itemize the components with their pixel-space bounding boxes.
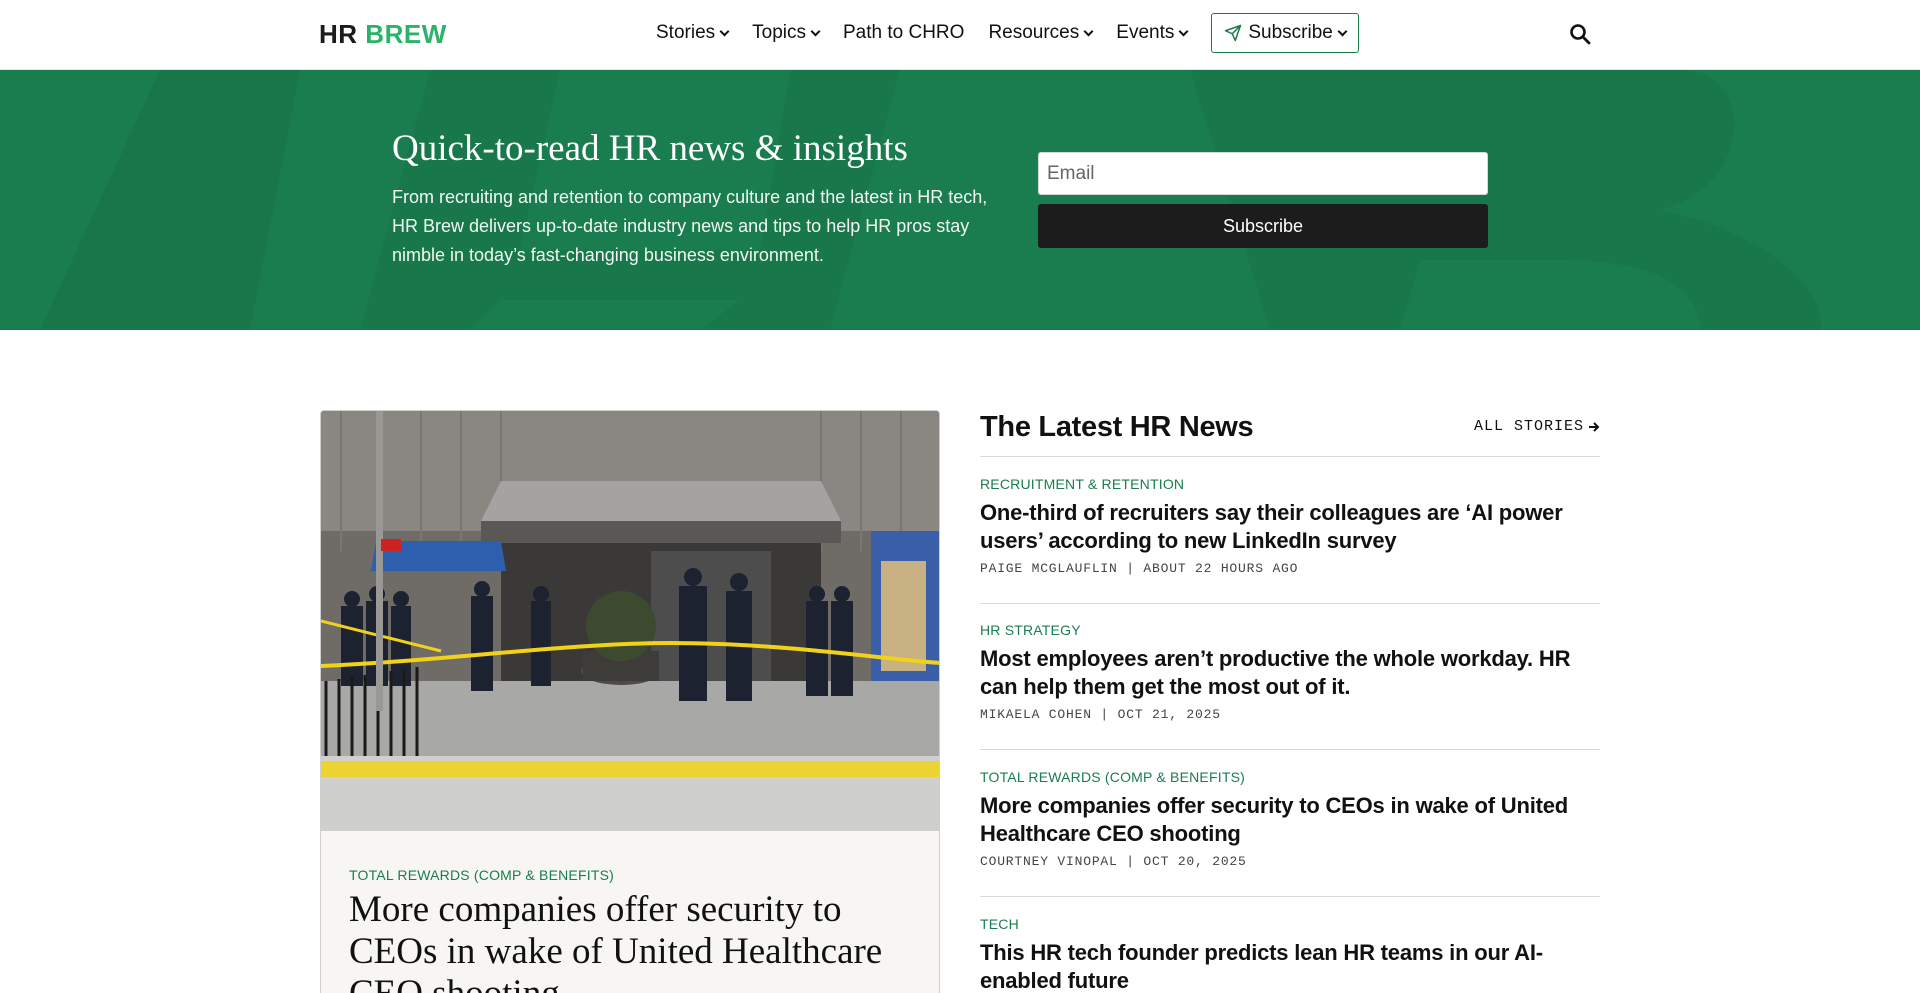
story-category[interactable]: HR STRATEGY	[980, 622, 1081, 638]
all-stories-label: ALL STORIES	[1473, 418, 1584, 435]
latest-news-heading: The Latest HR News	[980, 411, 1254, 443]
story-list-item[interactable]: HR STRATEGY Most employees aren’t produc…	[980, 603, 1600, 750]
menu-item-path-to-chro[interactable]: Path to CHRO	[843, 22, 964, 44]
email-input[interactable]	[1038, 152, 1488, 195]
story-category[interactable]: TECH	[980, 916, 1019, 932]
subscribe-dropdown-button[interactable]: Subscribe	[1211, 13, 1359, 53]
chevron-down-icon	[719, 26, 730, 36]
arrow-right-icon	[1589, 421, 1600, 432]
main-menu: Stories Topics Path to CHRO Resources Ev…	[656, 12, 1359, 54]
logo-brew: BREW	[365, 19, 447, 49]
chevron-down-icon	[1337, 26, 1348, 36]
send-icon	[1225, 24, 1242, 42]
menu-item-topics[interactable]: Topics	[752, 22, 821, 44]
story-category[interactable]: TOTAL REWARDS (COMP & BENEFITS)	[980, 769, 1245, 785]
story-list-item[interactable]: TECH This HR tech founder predicts lean …	[980, 897, 1600, 993]
chevron-down-icon	[1178, 26, 1189, 36]
hero-title: Quick-to-read HR news & insights	[392, 128, 908, 169]
search-icon[interactable]	[1568, 22, 1592, 46]
story-category[interactable]: RECRUITMENT & RETENTION	[980, 476, 1184, 492]
story-list-item[interactable]: RECRUITMENT & RETENTION One-third of rec…	[980, 457, 1600, 604]
featured-story-category[interactable]: TOTAL REWARDS (COMP & BENEFITS)	[349, 867, 614, 883]
menu-item-label: Path to CHRO	[843, 22, 965, 43]
story-title[interactable]: This HR tech founder predicts lean HR te…	[980, 939, 1580, 993]
story-title[interactable]: Most employees aren’t productive the who…	[980, 645, 1580, 701]
menu-item-label: Topics	[752, 22, 806, 43]
subscribe-button[interactable]: Subscribe	[1038, 204, 1488, 248]
story-meta: COURTNEY VINOPAL | OCT 20, 2025	[980, 854, 1247, 869]
top-navigation: HR BREW Stories Topics Path to CHRO Reso…	[0, 0, 1920, 70]
featured-story-image	[321, 411, 939, 831]
story-title[interactable]: More companies offer security to CEOs in…	[980, 792, 1580, 848]
menu-item-events[interactable]: Events	[1116, 22, 1189, 44]
chevron-down-icon	[1083, 26, 1094, 36]
featured-story-title[interactable]: More companies offer security to CEOs in…	[349, 889, 929, 993]
all-stories-link[interactable]: ALL STORIES	[1474, 418, 1600, 435]
logo-hr: HR	[319, 19, 358, 49]
story-title[interactable]: One-third of recruiters say their collea…	[980, 499, 1580, 555]
story-list-item[interactable]: TOTAL REWARDS (COMP & BENEFITS) More com…	[980, 750, 1600, 897]
newsletter-hero: Quick-to-read HR news & insights From re…	[0, 70, 1920, 330]
subscribe-label: Subscribe	[1248, 22, 1333, 43]
menu-item-label: Resources	[988, 22, 1080, 43]
latest-news-header: The Latest HR News ALL STORIES	[980, 410, 1600, 457]
story-meta: PAIGE MCGLAUFLIN | ABOUT 22 HOURS AGO	[980, 561, 1299, 576]
chevron-down-icon	[810, 26, 821, 36]
hero-description: From recruiting and retention to company…	[392, 187, 988, 265]
menu-item-resources[interactable]: Resources	[988, 22, 1094, 44]
menu-item-label: Stories	[656, 22, 716, 43]
menu-item-label: Events	[1116, 22, 1175, 43]
site-logo[interactable]: HR BREW	[319, 19, 447, 50]
story-meta: MIKAELA COHEN | OCT 21, 2025	[980, 707, 1221, 722]
menu-item-stories[interactable]: Stories	[656, 22, 730, 44]
featured-story-card[interactable]: TOTAL REWARDS (COMP & BENEFITS) More com…	[320, 410, 940, 993]
